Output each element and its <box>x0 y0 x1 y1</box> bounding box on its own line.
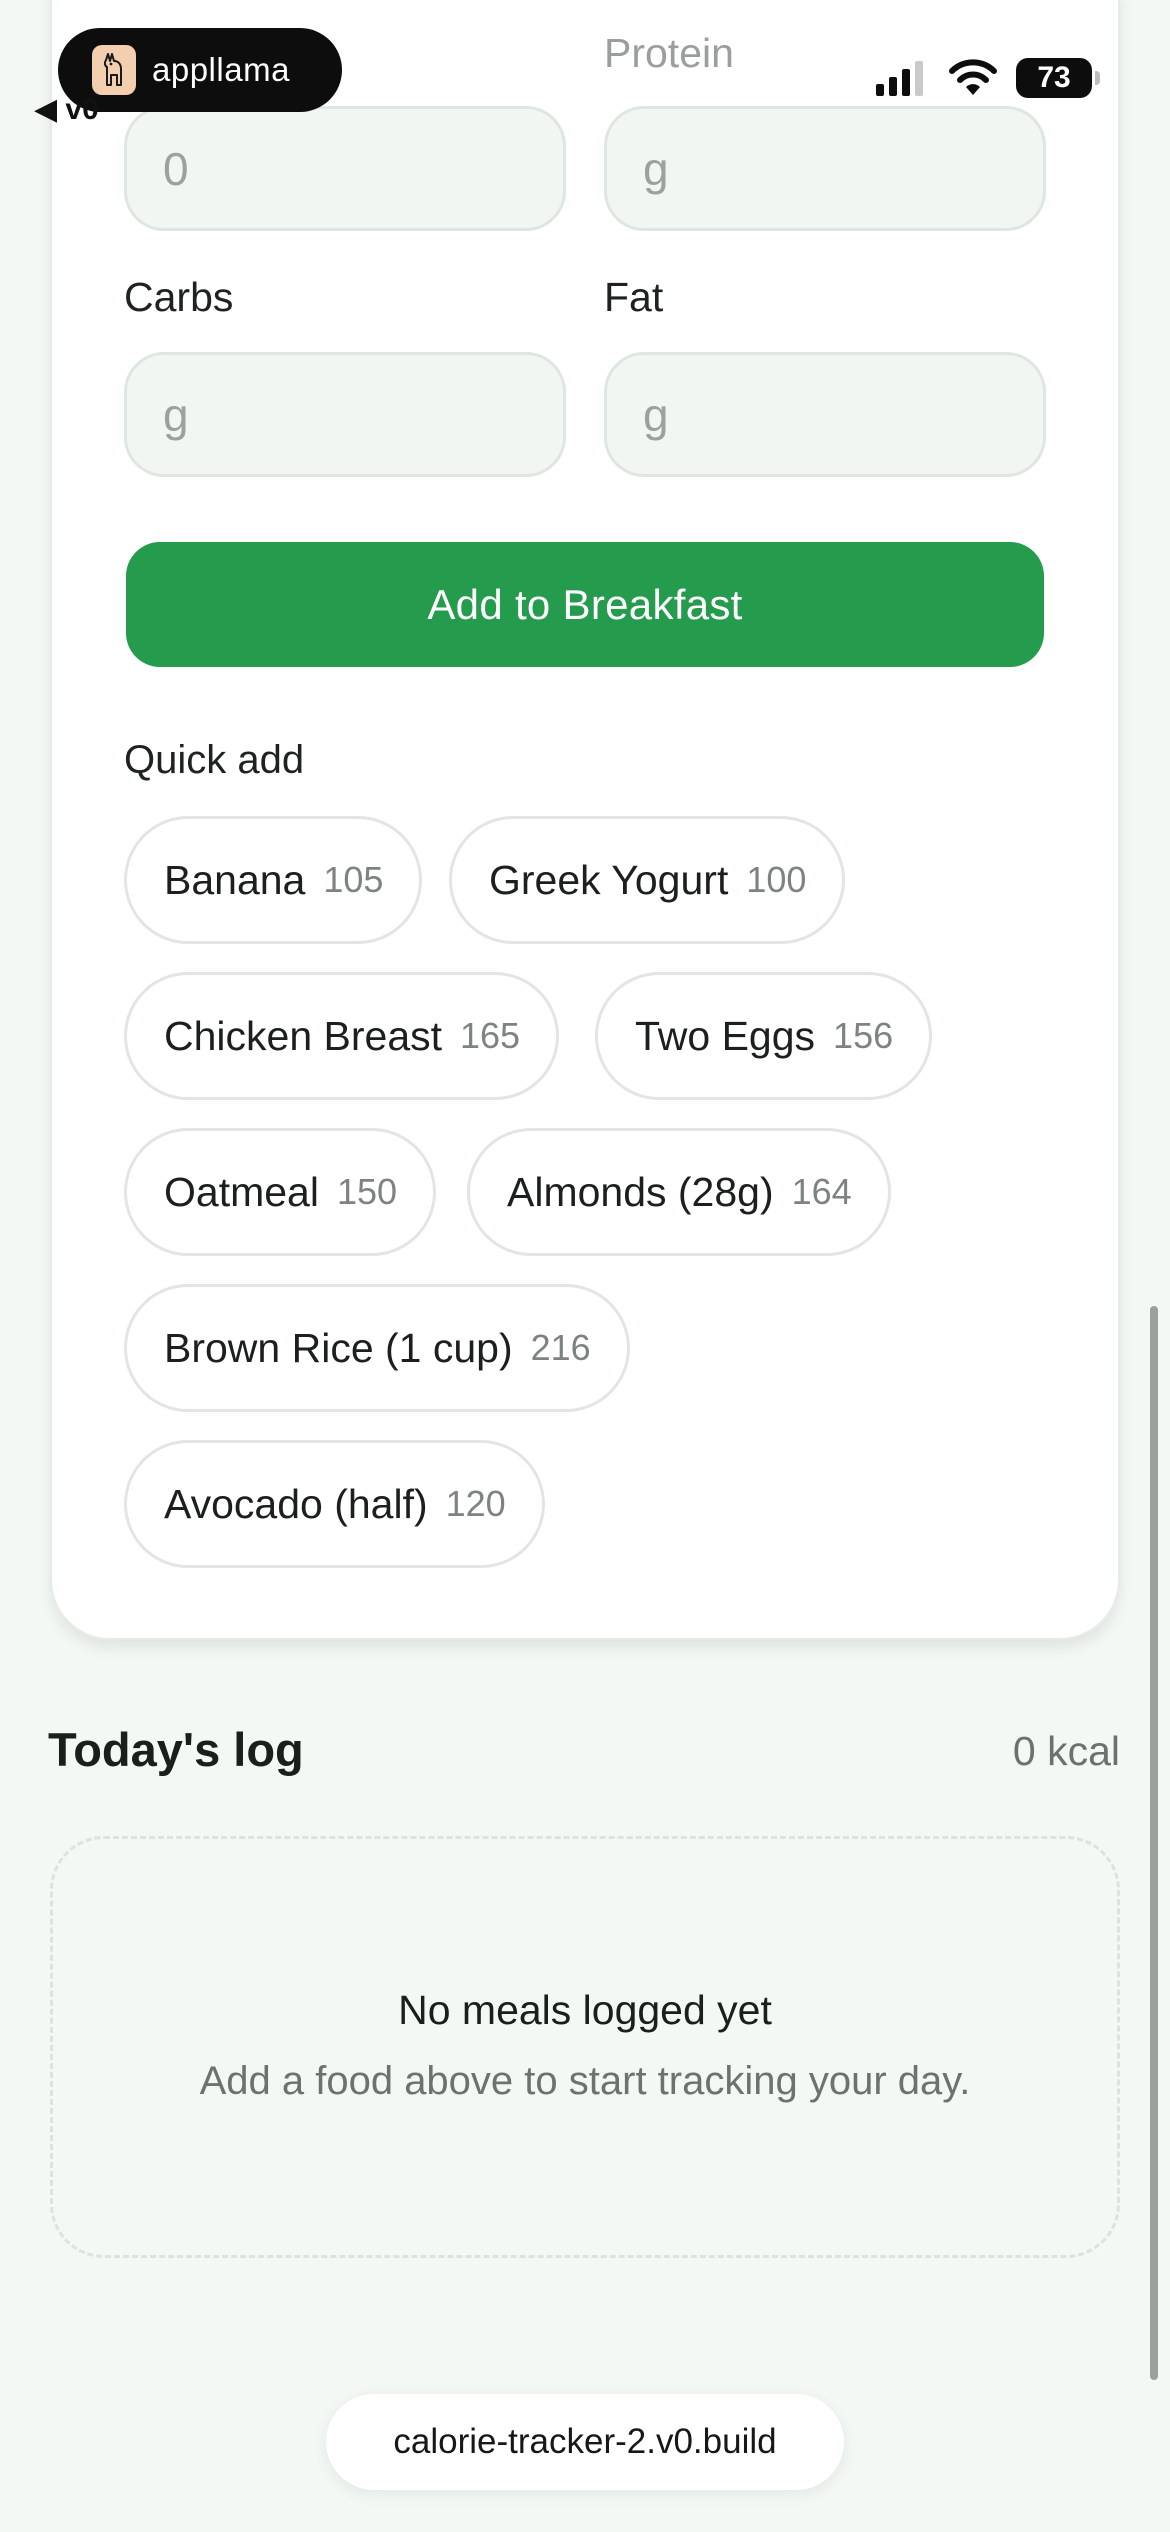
fat-placeholder: g <box>643 388 669 441</box>
quick-add-chip-greek-yogurt[interactable]: Greek Yogurt 100 <box>449 816 846 944</box>
log-total-kcal: 0 kcal <box>1012 1728 1120 1774</box>
battery-icon: 73 <box>1016 58 1100 98</box>
chip-name: Oatmeal <box>164 1168 319 1215</box>
chip-name: Almonds (28g) <box>507 1168 774 1215</box>
llama-logo-icon <box>92 45 136 95</box>
quick-add-chip-oatmeal[interactable]: Oatmeal 150 <box>124 1128 437 1256</box>
wifi-icon <box>949 59 997 95</box>
quick-add-chip-two-eggs[interactable]: Two Eggs 156 <box>595 972 933 1100</box>
chip-name: Greek Yogurt <box>489 856 729 903</box>
quick-add-title: Quick add <box>124 738 305 782</box>
domain-pill[interactable]: calorie-tracker-2.v0.build <box>326 2394 844 2490</box>
calories-input[interactable]: 0 <box>124 106 566 231</box>
add-to-breakfast-button[interactable]: Add to Breakfast <box>126 542 1044 667</box>
protein-placeholder: g <box>643 142 669 195</box>
add-food-card: Protein 0 g Carbs Fat g g Add to Breakfa… <box>50 0 1120 1640</box>
empty-log-subtitle: Add a food above to start tracking your … <box>199 2059 971 2103</box>
carbs-label: Carbs <box>124 274 234 320</box>
chip-name: Avocado (half) <box>164 1480 428 1527</box>
protein-input[interactable]: g <box>604 106 1046 231</box>
chip-kcal: 165 <box>460 1015 521 1056</box>
carbs-input[interactable]: g <box>124 352 566 477</box>
empty-log-title: No meals logged yet <box>398 1987 772 2033</box>
quick-add-chip-banana[interactable]: Banana 105 <box>124 816 423 944</box>
carbs-placeholder: g <box>163 388 189 441</box>
chip-kcal: 150 <box>336 1171 398 1212</box>
chip-name: Chicken Breast <box>164 1012 443 1059</box>
quick-add-chip-brown-rice[interactable]: Brown Rice (1 cup) 216 <box>124 1284 630 1412</box>
cellular-signal-icon <box>876 61 923 96</box>
appllama-brand-pill[interactable]: appllama <box>58 28 342 112</box>
empty-log-state: No meals logged yet Add a food above to … <box>50 1836 1120 2258</box>
back-to-v0-link[interactable]: ◀ v0 <box>34 92 99 127</box>
quick-add-chip-almonds[interactable]: Almonds (28g) 164 <box>467 1128 891 1256</box>
chip-kcal: 105 <box>323 859 384 900</box>
chip-kcal: 216 <box>530 1327 591 1368</box>
quick-add-chip-avocado[interactable]: Avocado (half) 120 <box>124 1440 545 1568</box>
fat-input[interactable]: g <box>604 352 1046 477</box>
vertical-scrollbar[interactable] <box>1150 1306 1158 2380</box>
chip-name: Two Eggs <box>635 1012 816 1059</box>
battery-level: 73 <box>1037 61 1071 94</box>
todays-log-title: Today's log <box>48 1723 304 1776</box>
status-icons: 73 <box>876 56 1100 100</box>
quick-add-chip-chicken-breast[interactable]: Chicken Breast 165 <box>124 972 560 1100</box>
chip-name: Banana <box>164 856 306 903</box>
chip-kcal: 164 <box>791 1171 852 1212</box>
chip-name: Brown Rice (1 cup) <box>164 1324 513 1371</box>
fat-label: Fat <box>604 274 664 320</box>
chip-kcal: 156 <box>833 1015 894 1056</box>
protein-label: Protein <box>604 30 734 76</box>
calories-value: 0 <box>163 142 189 195</box>
chip-kcal: 100 <box>746 859 807 900</box>
chip-kcal: 120 <box>445 1483 506 1524</box>
brand-name: appllama <box>152 51 290 88</box>
